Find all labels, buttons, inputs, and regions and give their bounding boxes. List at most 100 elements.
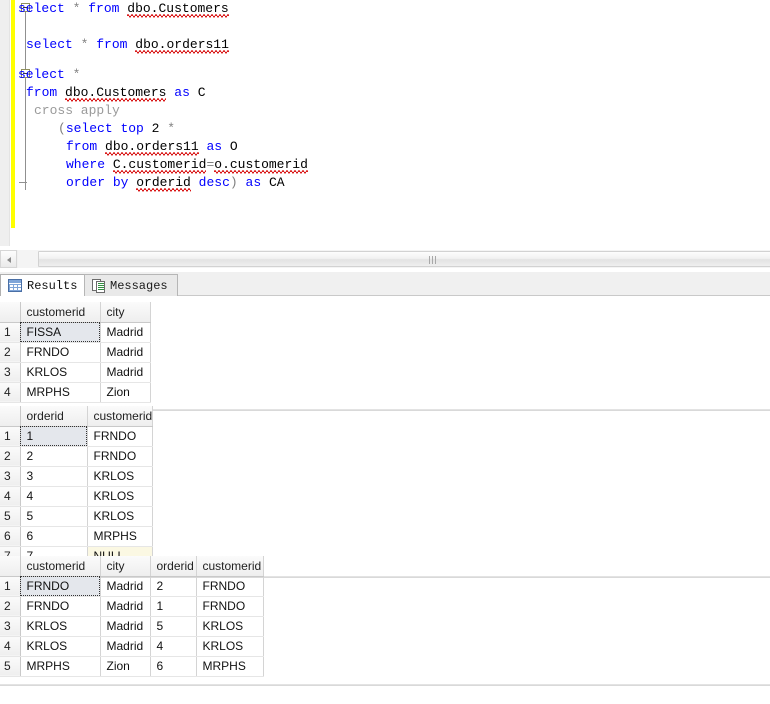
tab-results[interactable]: Results <box>0 274 88 296</box>
code-token: as <box>206 139 223 154</box>
row-number-cell[interactable]: 4 <box>0 382 21 403</box>
table-row[interactable]: 4 4 KRLOS <box>0 486 154 507</box>
column-header[interactable]: city <box>100 556 151 577</box>
editor-horizontal-scrollbar[interactable] <box>0 250 770 268</box>
row-number-header[interactable] <box>0 302 21 323</box>
table-row[interactable]: 3 3 KRLOS <box>0 466 154 487</box>
table-row[interactable]: 2 2 FRNDO <box>0 446 154 467</box>
row-number-cell[interactable]: 1 <box>0 322 21 343</box>
table-cell[interactable]: KRLOS <box>87 486 154 507</box>
table-row[interactable]: 2 FRNDO Madrid <box>0 342 151 363</box>
code-token: O <box>229 139 238 154</box>
row-number-header[interactable] <box>0 556 21 577</box>
orders-result-grid[interactable]: orderid customerid 1 1 FRNDO 2 2 FRNDO 3 3 KRLOS 4 4… <box>0 406 154 567</box>
table-cell[interactable]: MRPHS <box>196 656 264 677</box>
table-row[interactable]: 5 MRPHS Zion 6 MRPHS <box>0 656 264 677</box>
table-cell[interactable]: Madrid <box>100 342 151 363</box>
column-header[interactable]: customerid <box>20 302 101 323</box>
table-row[interactable]: 3 KRLOS Madrid <box>0 362 151 383</box>
column-header[interactable]: customerid <box>20 556 101 577</box>
tab-messages[interactable]: Messages <box>84 274 178 296</box>
table-cell[interactable]: KRLOS <box>196 636 264 657</box>
sql-editor-pane[interactable]: select * from dbo.Customers select * from… <box>0 0 770 246</box>
row-number-cell[interactable]: 3 <box>0 616 21 637</box>
scroll-left-button[interactable] <box>0 250 17 268</box>
results-tab-bar[interactable]: Results Messages <box>0 272 770 296</box>
table-cell[interactable]: MRPHS <box>20 382 101 403</box>
table-cell[interactable]: Zion <box>100 382 151 403</box>
row-number-cell[interactable]: 4 <box>0 486 21 507</box>
table-cell[interactable]: Madrid <box>100 616 151 637</box>
table-row[interactable]: 4 KRLOS Madrid 4 KRLOS <box>0 636 264 657</box>
table-cell[interactable]: Zion <box>100 656 151 677</box>
table-cell[interactable]: KRLOS <box>20 636 101 657</box>
row-number-cell[interactable]: 6 <box>0 526 21 547</box>
table-row[interactable]: 1 FRNDO Madrid 2 FRNDO <box>0 576 264 597</box>
table-cell[interactable]: FRNDO <box>196 576 264 597</box>
column-header[interactable]: orderid <box>150 556 197 577</box>
scrollbar-thumb[interactable] <box>38 251 770 267</box>
table-cell[interactable]: KRLOS <box>87 466 154 487</box>
table-cell[interactable]: 4 <box>150 636 197 657</box>
row-number-cell[interactable]: 2 <box>0 596 21 617</box>
table-cell[interactable]: KRLOS <box>196 616 264 637</box>
table-cell[interactable]: Madrid <box>100 322 151 343</box>
table-cell[interactable]: KRLOS <box>20 362 101 383</box>
table-row[interactable]: 1 FISSA Madrid <box>0 322 151 343</box>
row-number-cell[interactable]: 3 <box>0 362 21 383</box>
table-cell[interactable]: Madrid <box>100 576 151 597</box>
table-cell[interactable]: FRNDO <box>20 596 101 617</box>
row-number-cell[interactable]: 1 <box>0 576 21 597</box>
table-cell[interactable]: KRLOS <box>87 506 154 527</box>
row-number-cell[interactable]: 1 <box>0 426 21 447</box>
table-cell[interactable]: Madrid <box>100 636 151 657</box>
row-number-cell[interactable]: 2 <box>0 446 21 467</box>
table-cell[interactable]: FRNDO <box>20 342 101 363</box>
row-number-cell[interactable]: 4 <box>0 636 21 657</box>
table-cell[interactable]: 2 <box>20 446 88 467</box>
table-cell[interactable]: Madrid <box>100 362 151 383</box>
row-number-cell[interactable]: 2 <box>0 342 21 363</box>
row-number-cell[interactable]: 5 <box>0 506 21 527</box>
table-cell[interactable]: MRPHS <box>20 656 101 677</box>
table-row[interactable]: 3 KRLOS Madrid 5 KRLOS <box>0 616 264 637</box>
code-line: from dbo.orders11 as O <box>66 138 238 156</box>
table-cell[interactable]: 2 <box>150 576 197 597</box>
table-cell[interactable]: FRNDO <box>20 576 101 597</box>
column-header[interactable]: city <box>100 302 151 323</box>
cross-apply-result-grid[interactable]: customerid city orderid customerid 1 FRNDO Mad… <box>0 556 264 677</box>
table-cell[interactable]: 5 <box>150 616 197 637</box>
row-number-cell[interactable]: 3 <box>0 466 21 487</box>
results-grids-container[interactable]: customerid city 1 FISSA Madrid 2 FRNDO Madrid 3 K… <box>0 296 770 704</box>
table-cell[interactable]: 1 <box>20 426 88 447</box>
table-cell[interactable]: FRNDO <box>87 446 154 467</box>
table-header-row: orderid customerid <box>0 406 154 427</box>
code-line: where C.customerid=o.customerid <box>66 156 308 174</box>
table-cell[interactable]: 6 <box>150 656 197 677</box>
table-row[interactable]: 1 1 FRNDO <box>0 426 154 447</box>
column-header[interactable]: customerid <box>87 406 154 427</box>
sql-code-text[interactable]: select * from dbo.Customers select * from… <box>0 0 770 246</box>
table-cell[interactable]: 6 <box>20 526 88 547</box>
table-cell[interactable]: 4 <box>20 486 88 507</box>
column-header[interactable]: customerid <box>196 556 264 577</box>
table-cell[interactable]: FRNDO <box>196 596 264 617</box>
table-cell[interactable]: FISSA <box>20 322 101 343</box>
column-header[interactable]: orderid <box>20 406 88 427</box>
table-cell[interactable]: 1 <box>150 596 197 617</box>
table-row[interactable]: 4 MRPHS Zion <box>0 382 151 403</box>
scrollbar-track[interactable] <box>18 250 770 268</box>
table-row[interactable]: 5 5 KRLOS <box>0 506 154 527</box>
code-token: * <box>72 67 81 82</box>
row-number-header[interactable] <box>0 406 21 427</box>
table-row[interactable]: 2 FRNDO Madrid 1 FRNDO <box>0 596 264 617</box>
table-cell[interactable]: MRPHS <box>87 526 154 547</box>
row-number-cell[interactable]: 5 <box>0 656 21 677</box>
table-cell[interactable]: KRLOS <box>20 616 101 637</box>
table-cell[interactable]: Madrid <box>100 596 151 617</box>
table-cell[interactable]: 5 <box>20 506 88 527</box>
table-row[interactable]: 6 6 MRPHS <box>0 526 154 547</box>
customers-result-grid[interactable]: customerid city 1 FISSA Madrid 2 FRNDO Madrid 3 K… <box>0 302 151 403</box>
table-cell[interactable]: 3 <box>20 466 88 487</box>
table-cell[interactable]: FRNDO <box>87 426 154 447</box>
